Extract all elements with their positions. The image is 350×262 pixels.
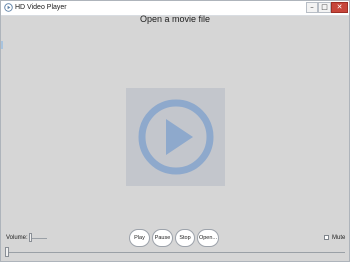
minimize-icon: – xyxy=(310,3,314,11)
minimize-button[interactable]: – xyxy=(306,2,318,13)
close-button[interactable]: ✕ xyxy=(331,2,348,13)
mute-label: Mute xyxy=(332,235,346,241)
stop-button[interactable]: Stop xyxy=(175,229,195,247)
seek-slider-thumb[interactable] xyxy=(5,247,9,257)
window-edge-accent xyxy=(1,41,3,49)
open-button[interactable]: Open... xyxy=(197,229,219,247)
maximize-button[interactable]: □ xyxy=(318,2,331,13)
pause-button[interactable]: Pause xyxy=(152,229,173,247)
play-button[interactable]: Play xyxy=(129,229,150,247)
open-movie-prompt: Open a movie file xyxy=(139,14,211,24)
volume-slider-thumb[interactable] xyxy=(29,233,32,242)
volume-label: Volume: xyxy=(6,235,28,241)
maximize-icon: □ xyxy=(321,3,328,11)
app-logo-icon xyxy=(4,3,13,12)
app-window: HD Video Player – □ ✕ Open a movie file … xyxy=(0,0,350,262)
video-display[interactable] xyxy=(126,88,225,186)
mute-checkbox[interactable] xyxy=(324,235,329,240)
close-icon: ✕ xyxy=(336,3,343,11)
seek-slider-track[interactable] xyxy=(5,252,345,253)
play-circle-icon xyxy=(138,99,214,175)
